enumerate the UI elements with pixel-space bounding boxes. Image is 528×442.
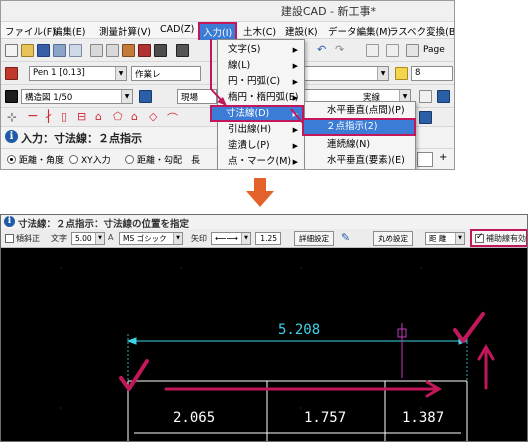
parallel-checkbox[interactable] xyxy=(5,234,14,243)
detail-settings-button[interactable]: 詳細設定 xyxy=(294,231,334,246)
aux-line-checkbox[interactable] xyxy=(475,232,484,243)
annotation-arrow xyxy=(210,39,304,124)
annotation-arrow-right xyxy=(164,380,442,398)
aux-line-toggle[interactable]: 補助線有効 xyxy=(470,229,527,247)
status-message: 寸法線：２点指示：寸法線の位置を指定 xyxy=(18,219,190,230)
chevron-down-icon: ▼ xyxy=(241,233,250,244)
arrow-style-combo[interactable]: ⟵⟶ ▼ xyxy=(211,232,251,245)
round-settings-button[interactable]: 丸め設定 xyxy=(373,231,413,246)
cad-window-bottom: i 寸法線：２点指示：寸法線の位置を指定 傾斜正 文字 5.00 ▼ A MS ゴ… xyxy=(0,214,528,442)
pen-icon[interactable]: ✎ xyxy=(341,231,350,244)
arrow-size-field[interactable]: 1.25 xyxy=(255,232,281,245)
dimension-total-label: 5.208 xyxy=(278,322,321,338)
info-icon: i xyxy=(4,216,15,227)
char-size-label: 文字 xyxy=(51,234,67,243)
font-combo[interactable]: MS ゴシック ▼ xyxy=(119,232,183,245)
dimension-segment-1: 2.065 xyxy=(173,410,216,426)
cad-window-top: 建設CAD - 新工事* ファイル(F) 編集(E) 測量計算(V) CAD(Z… xyxy=(0,0,455,170)
chevron-down-icon: ▼ xyxy=(95,233,104,244)
check-mark-right xyxy=(453,312,485,343)
distance-combo[interactable]: 距 離 ▼ xyxy=(425,232,465,245)
dimension-toolbar: 傾斜正 文字 5.00 ▼ A MS ゴシック ▼ 矢印 ⟵⟶ ▼ 1.25 詳細設定… xyxy=(1,229,527,248)
command-status: i 寸法線：２点指示：寸法線の位置を指定 xyxy=(1,215,527,230)
snap-cursor xyxy=(397,323,407,378)
chevron-down-icon: ▼ xyxy=(455,233,464,244)
drawing-canvas[interactable]: 5.208 2.065 1.757 1.387 xyxy=(1,248,527,441)
aux-line-label: 補助線有効 xyxy=(486,234,526,243)
dimension-segment-2: 1.757 xyxy=(304,410,347,426)
char-size-combo[interactable]: 5.00 ▼ xyxy=(71,232,105,245)
font-style-icon[interactable]: A xyxy=(108,233,113,242)
dimension-segment-3: 1.387 xyxy=(402,410,445,426)
check-mark-left xyxy=(119,359,149,391)
chevron-down-icon: ▼ xyxy=(173,233,182,244)
down-arrow-icon xyxy=(246,178,274,207)
parallel-label: 傾斜正 xyxy=(16,234,40,243)
annotation-arrow-up xyxy=(477,344,495,390)
arrow-label: 矢印 xyxy=(191,234,207,243)
dimension-line-total xyxy=(126,334,469,381)
